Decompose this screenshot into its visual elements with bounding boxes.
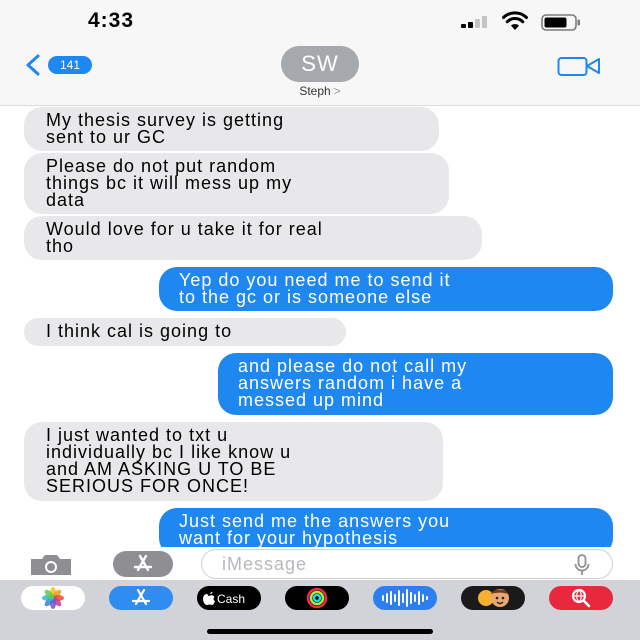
contact-name: Steph [299,84,331,98]
battery-icon [541,14,580,31]
outgoing-message-bubble[interactable]: and please do not call my answers random… [218,353,613,415]
app-store-button[interactable] [113,551,173,577]
home-indicator[interactable] [207,629,433,634]
conversation-header: 141 SW Steph > [0,44,640,106]
incoming-message-bubble[interactable]: My thesis survey is getting sent to ur G… [24,107,439,151]
svg-text:Cash: Cash [217,592,245,606]
app-store-icon [133,554,153,572]
incoming-message-bubble[interactable]: Would love for u take it for real tho [24,216,482,260]
chevron-right-icon: > [333,84,341,98]
audio-message-icon [382,589,428,607]
activity-icon [306,587,328,609]
back-button[interactable]: 141 [24,52,93,78]
memoji-app-button[interactable] [461,586,525,610]
wifi-icon [502,11,528,30]
web-search-icon [571,588,591,608]
activity-app-button[interactable] [285,586,349,610]
incoming-message-bubble[interactable]: Please do not put random things bc it wi… [24,153,449,214]
camera-icon[interactable] [29,554,73,576]
incoming-message-bubble[interactable]: I think cal is going to [24,318,346,346]
status-time: 4:33 [88,9,135,32]
unread-count-badge: 141 [48,56,93,74]
app-store-icon [131,588,151,606]
memoji-icon [478,589,509,607]
cellular-signal-icon [461,16,489,28]
facetime-video-icon[interactable] [557,54,601,78]
contact-name-button[interactable]: Steph > [0,84,640,98]
contact-avatar[interactable]: SW [281,46,359,82]
message-input[interactable] [201,549,613,579]
status-bar: 4:33 [0,0,640,44]
chevron-left-icon [26,54,40,76]
outgoing-message-bubble[interactable]: Yep do you need me to send it to the gc … [159,267,613,311]
message-thread[interactable]: My thesis survey is getting sent to ur G… [0,107,640,547]
web-search-app-button[interactable] [549,586,613,610]
photos-icon [42,587,64,609]
photos-app-button[interactable] [21,586,85,610]
audio-message-app-button[interactable] [373,586,437,610]
apple-cash-app-button[interactable]: Cash [197,586,261,610]
imessage-app-drawer: Cash [0,580,640,640]
microphone-icon[interactable] [574,554,590,576]
outgoing-message-bubble[interactable]: Just send me the answers you want for yo… [159,508,613,547]
incoming-message-bubble[interactable]: I just wanted to txt u individually bc I… [24,422,443,501]
apple-cash-icon: Cash [203,591,245,606]
compose-bar [0,547,640,580]
app-store-app-button[interactable] [109,586,173,610]
